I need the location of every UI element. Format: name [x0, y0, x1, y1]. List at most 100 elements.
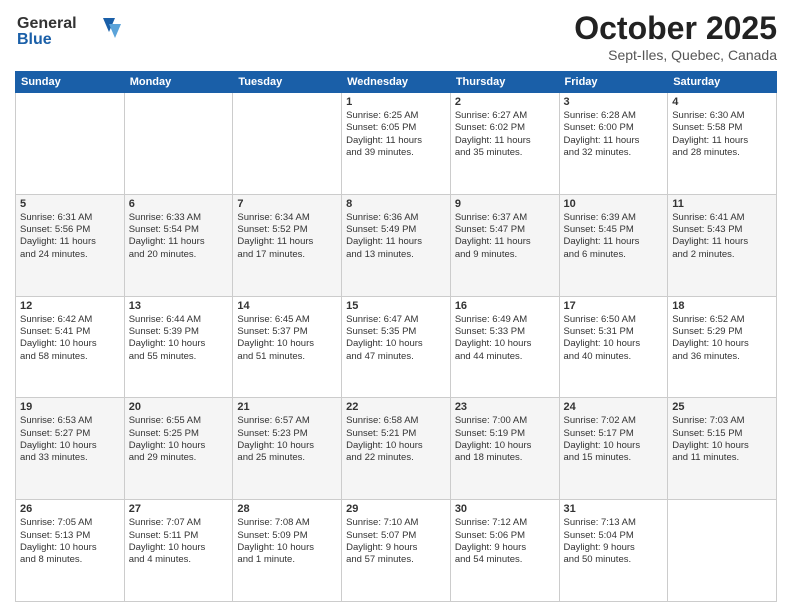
day-detail: Daylight: 10 hours [129, 542, 229, 554]
day-detail: Sunrise: 6:58 AM [346, 415, 446, 427]
col-saturday: Saturday [668, 72, 777, 93]
day-detail: and 32 minutes. [564, 147, 664, 159]
day-detail: and 35 minutes. [455, 147, 555, 159]
day-number: 27 [129, 503, 229, 515]
header: General Blue October 2025 Sept-Iles, Que… [15, 10, 777, 63]
day-number: 12 [20, 300, 120, 312]
table-row: 8Sunrise: 6:36 AMSunset: 5:49 PMDaylight… [342, 194, 451, 296]
table-row: 31Sunrise: 7:13 AMSunset: 5:04 PMDayligh… [559, 500, 668, 602]
day-detail: Daylight: 11 hours [455, 135, 555, 147]
table-row: 4Sunrise: 6:30 AMSunset: 5:58 PMDaylight… [668, 93, 777, 195]
day-detail: Daylight: 10 hours [129, 440, 229, 452]
day-detail: and 54 minutes. [455, 554, 555, 566]
title-section: October 2025 Sept-Iles, Quebec, Canada [574, 10, 777, 63]
table-row: 23Sunrise: 7:00 AMSunset: 5:19 PMDayligh… [450, 398, 559, 500]
day-detail: Daylight: 11 hours [346, 135, 446, 147]
day-detail: Daylight: 10 hours [564, 440, 664, 452]
day-detail: Daylight: 11 hours [20, 236, 120, 248]
day-detail: Sunset: 5:29 PM [672, 326, 772, 338]
day-detail: and 6 minutes. [564, 249, 664, 261]
day-detail: Sunrise: 6:25 AM [346, 110, 446, 122]
day-number: 18 [672, 300, 772, 312]
day-detail: Sunset: 6:02 PM [455, 122, 555, 134]
day-number: 30 [455, 503, 555, 515]
day-number: 19 [20, 401, 120, 413]
day-detail: Daylight: 10 hours [237, 440, 337, 452]
day-detail: and 29 minutes. [129, 452, 229, 464]
day-number: 23 [455, 401, 555, 413]
page: General Blue October 2025 Sept-Iles, Que… [0, 0, 792, 612]
day-detail: and 11 minutes. [672, 452, 772, 464]
table-row [16, 93, 125, 195]
day-detail: Sunrise: 6:37 AM [455, 212, 555, 224]
day-detail: Daylight: 10 hours [20, 440, 120, 452]
day-number: 24 [564, 401, 664, 413]
day-detail: Sunset: 5:25 PM [129, 428, 229, 440]
day-detail: Daylight: 9 hours [564, 542, 664, 554]
day-detail: and 8 minutes. [20, 554, 120, 566]
day-detail: Sunset: 5:49 PM [346, 224, 446, 236]
day-detail: Sunset: 5:43 PM [672, 224, 772, 236]
day-detail: Sunset: 5:39 PM [129, 326, 229, 338]
col-friday: Friday [559, 72, 668, 93]
day-detail: and 22 minutes. [346, 452, 446, 464]
day-detail: Sunset: 5:09 PM [237, 530, 337, 542]
day-detail: Sunset: 5:07 PM [346, 530, 446, 542]
table-row [124, 93, 233, 195]
day-number: 31 [564, 503, 664, 515]
day-detail: Daylight: 10 hours [672, 338, 772, 350]
day-number: 2 [455, 96, 555, 108]
day-detail: Daylight: 10 hours [346, 338, 446, 350]
day-number: 10 [564, 198, 664, 210]
day-detail: and 58 minutes. [20, 351, 120, 363]
day-number: 14 [237, 300, 337, 312]
day-detail: Sunset: 6:00 PM [564, 122, 664, 134]
day-number: 28 [237, 503, 337, 515]
day-detail: Sunrise: 7:10 AM [346, 517, 446, 529]
day-number: 29 [346, 503, 446, 515]
calendar-table: Sunday Monday Tuesday Wednesday Thursday… [15, 71, 777, 602]
day-detail: Daylight: 10 hours [455, 440, 555, 452]
day-number: 6 [129, 198, 229, 210]
day-detail: and 15 minutes. [564, 452, 664, 464]
day-detail: Daylight: 11 hours [672, 236, 772, 248]
day-detail: Daylight: 10 hours [672, 440, 772, 452]
table-row [668, 500, 777, 602]
day-detail: Sunset: 5:13 PM [20, 530, 120, 542]
day-detail: Sunrise: 7:12 AM [455, 517, 555, 529]
calendar-header-row: Sunday Monday Tuesday Wednesday Thursday… [16, 72, 777, 93]
svg-text:Blue: Blue [17, 31, 52, 48]
day-detail: Sunrise: 6:57 AM [237, 415, 337, 427]
day-detail: and 39 minutes. [346, 147, 446, 159]
table-row: 26Sunrise: 7:05 AMSunset: 5:13 PMDayligh… [16, 500, 125, 602]
table-row: 16Sunrise: 6:49 AMSunset: 5:33 PMDayligh… [450, 296, 559, 398]
logo-icon: General Blue [15, 10, 125, 50]
day-detail: Sunrise: 6:47 AM [346, 314, 446, 326]
day-detail: Sunset: 5:19 PM [455, 428, 555, 440]
day-number: 16 [455, 300, 555, 312]
day-detail: Sunrise: 6:36 AM [346, 212, 446, 224]
table-row: 19Sunrise: 6:53 AMSunset: 5:27 PMDayligh… [16, 398, 125, 500]
day-detail: Daylight: 10 hours [455, 338, 555, 350]
day-detail: Daylight: 11 hours [455, 236, 555, 248]
table-row: 11Sunrise: 6:41 AMSunset: 5:43 PMDayligh… [668, 194, 777, 296]
day-detail: Sunset: 5:04 PM [564, 530, 664, 542]
day-number: 5 [20, 198, 120, 210]
day-number: 11 [672, 198, 772, 210]
day-detail: Sunrise: 6:39 AM [564, 212, 664, 224]
day-detail: and 28 minutes. [672, 147, 772, 159]
day-detail: Sunset: 5:11 PM [129, 530, 229, 542]
day-detail: Sunset: 5:58 PM [672, 122, 772, 134]
day-detail: Daylight: 10 hours [237, 542, 337, 554]
day-detail: Daylight: 9 hours [346, 542, 446, 554]
day-detail: and 57 minutes. [346, 554, 446, 566]
day-detail: Sunset: 5:31 PM [564, 326, 664, 338]
day-detail: Sunset: 5:37 PM [237, 326, 337, 338]
calendar-week-row: 19Sunrise: 6:53 AMSunset: 5:27 PMDayligh… [16, 398, 777, 500]
table-row: 12Sunrise: 6:42 AMSunset: 5:41 PMDayligh… [16, 296, 125, 398]
day-detail: and 13 minutes. [346, 249, 446, 261]
calendar-week-row: 12Sunrise: 6:42 AMSunset: 5:41 PMDayligh… [16, 296, 777, 398]
table-row: 10Sunrise: 6:39 AMSunset: 5:45 PMDayligh… [559, 194, 668, 296]
day-detail: Sunrise: 6:53 AM [20, 415, 120, 427]
col-thursday: Thursday [450, 72, 559, 93]
